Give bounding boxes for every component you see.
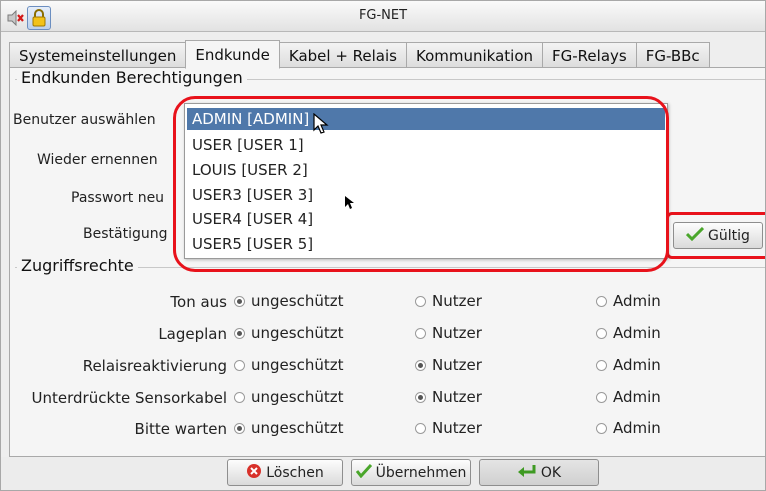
radio-label: Nutzer [432, 356, 482, 374]
access-row-label: Ton aus [170, 293, 227, 311]
delete-icon [246, 463, 262, 483]
radio-button[interactable] [415, 422, 426, 434]
radio-label: Admin [613, 419, 661, 437]
checkmark-icon [355, 463, 372, 482]
radio-label: Nutzer [432, 388, 482, 406]
radio-option[interactable]: Admin [596, 419, 661, 437]
tab-fg-relays[interactable]: FG-Relays [542, 42, 637, 68]
radio-option[interactable]: Nutzer [415, 324, 482, 342]
delete-button[interactable]: Löschen [227, 459, 343, 486]
radio-button[interactable] [415, 359, 426, 371]
radio-label: ungeschützt [251, 419, 344, 437]
radio-button[interactable] [234, 295, 245, 307]
radio-button[interactable] [596, 422, 607, 434]
radio-label: Nutzer [432, 324, 482, 342]
label-user-select: Benutzer auswählen [13, 112, 156, 128]
highlight-dropdown [173, 96, 669, 272]
radio-option[interactable]: ungeschützt [234, 356, 343, 374]
radio-button[interactable] [234, 391, 245, 403]
radio-button[interactable] [596, 295, 607, 307]
radio-option[interactable]: ungeschützt [234, 292, 343, 310]
access-row-label: Bitte warten [134, 420, 227, 438]
access-row-label: Lageplan [158, 325, 227, 343]
radio-label: Admin [613, 388, 661, 406]
radio-option[interactable]: Admin [596, 324, 661, 342]
radio-option[interactable]: Admin [596, 388, 661, 406]
radio-button[interactable] [596, 391, 607, 403]
access-row-label: Unterdrückte Sensorkabel [31, 389, 227, 407]
enter-arrow-icon [517, 464, 537, 482]
title-bar: FG-NET [1, 1, 765, 32]
label-confirm: Bestätigung [83, 226, 168, 242]
radio-button[interactable] [596, 359, 607, 371]
radio-label: ungeschützt [251, 356, 344, 374]
tab-fg-bbc[interactable]: FG-BBc [635, 42, 710, 68]
radio-option[interactable]: ungeschützt [234, 419, 343, 437]
radio-button[interactable] [234, 422, 245, 434]
mouse-cursor-icon [313, 113, 329, 134]
radio-option[interactable]: Admin [596, 356, 661, 374]
highlight-valid-button [666, 212, 765, 259]
radio-button[interactable] [596, 327, 607, 339]
tab-kabel-relais[interactable]: Kabel + Relais [278, 42, 407, 68]
section-title-berechtigungen: Endkunden Berechtigungen [17, 68, 247, 87]
radio-option[interactable]: ungeschützt [234, 388, 343, 406]
radio-label: Admin [613, 324, 661, 342]
radio-label: Admin [613, 356, 661, 374]
radio-label: ungeschützt [251, 292, 344, 310]
label-renew: Wieder ernennen [37, 152, 158, 168]
tab-endkunde[interactable]: Endkunde [185, 40, 280, 69]
tab-kommunikation[interactable]: Kommunikation [405, 42, 544, 68]
radio-option[interactable]: Nutzer [415, 419, 482, 437]
radio-button[interactable] [234, 359, 245, 371]
tab-bar: Systemeinstellungen Endkunde Kabel + Rel… [9, 40, 710, 69]
section-title-zugriffsrechte: Zugriffsrechte [17, 256, 138, 275]
ok-button[interactable]: OK [479, 459, 599, 486]
radio-label: ungeschützt [251, 324, 344, 342]
radio-button[interactable] [415, 295, 426, 307]
radio-button[interactable] [415, 327, 426, 339]
ok-button-label: OK [540, 464, 562, 481]
delete-button-label: Löschen [266, 464, 324, 481]
window-title: FG-NET [358, 8, 408, 23]
apply-button[interactable]: Übernehmen [351, 459, 471, 486]
access-row-label: Relaisreaktivierung [82, 357, 227, 375]
pointer-cursor-icon [345, 196, 354, 209]
radio-button[interactable] [234, 327, 245, 339]
radio-option[interactable]: Nutzer [415, 388, 482, 406]
radio-label: ungeschützt [251, 388, 344, 406]
button-bar: Löschen Übernehmen OK [1, 457, 765, 490]
radio-option[interactable]: Admin [596, 292, 661, 310]
radio-option[interactable]: Nutzer [415, 292, 482, 310]
label-password-new: Passwort neu [71, 190, 165, 206]
app-window: FG-NET Systemeinstellungen Endkunde Kabe… [0, 0, 766, 491]
tab-systemeinstellungen[interactable]: Systemeinstellungen [9, 42, 187, 68]
radio-option[interactable]: Nutzer [415, 356, 482, 374]
radio-option[interactable]: ungeschützt [234, 324, 343, 342]
radio-button[interactable] [415, 391, 426, 403]
radio-label: Nutzer [432, 292, 482, 310]
radio-label: Admin [613, 292, 661, 310]
radio-label: Nutzer [432, 419, 482, 437]
apply-button-label: Übernehmen [375, 464, 467, 481]
